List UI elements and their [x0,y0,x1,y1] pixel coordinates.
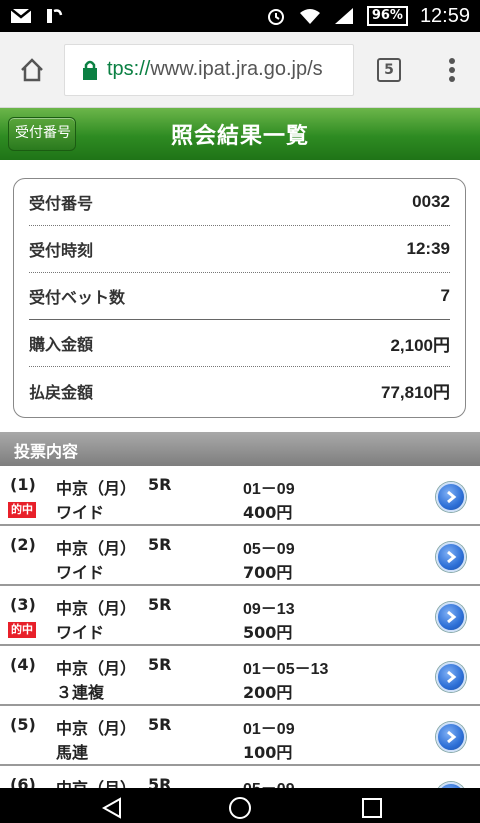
notification-icon [47,9,63,23]
hit-badge: 的中 [8,502,36,518]
home-icon [21,57,43,81]
summary-row-receipt-time: 受付時刻 12:39 [29,226,450,273]
chevron-right-icon[interactable] [436,662,466,692]
chevron-right-icon[interactable] [436,542,466,572]
gmail-icon [10,8,32,23]
summary-row-bet-count: 受付ベット数 7 [29,273,450,320]
list-item[interactable]: (5) 中京（月） 5R 馬連 01－09 100円 [0,706,480,766]
battery-indicator: 96% [366,6,408,26]
home-circle-icon[interactable] [228,796,252,820]
more-vert-icon [449,57,455,82]
summary-row-payout-amount: 払戻金額 77,810円 [29,382,450,403]
chevron-right-icon[interactable] [436,722,466,752]
url-bar[interactable]: tps://www.ipat.jra.go.jp/s [64,43,354,96]
list-item[interactable]: (4) 中京（月） 5R ３連複 01－05－13 200円 [0,646,480,706]
tab-count: 5 [377,57,401,82]
chevron-right-icon[interactable] [436,602,466,632]
page-title: 照会結果一覧 [170,124,309,149]
url-scheme: tps:// [107,58,151,80]
alarm-icon [267,9,284,25]
browser-toolbar: tps://www.ipat.jra.go.jp/s 5 [0,32,480,108]
tabs-button[interactable]: 5 [354,57,424,82]
bet-list: (1) 中京（月） 5R 的中 ワイド 01－09 400円 (2) 中京（月）… [0,466,480,823]
summary-row-purchase-amount: 購入金額 2,100円 [29,320,450,367]
page-header: 受付番号 照会結果一覧 [0,108,480,160]
wifi-icon [299,9,320,24]
section-heading: 投票内容 [0,432,480,466]
summary-box: 受付番号 0032 受付時刻 12:39 受付ベット数 7 購入金額 2,100… [13,178,466,418]
signal-icon [334,8,353,24]
recents-square-icon[interactable] [360,796,384,820]
back-button[interactable]: 受付番号 [8,117,76,151]
hit-badge: 的中 [8,622,36,638]
lock-icon [83,60,97,80]
home-button[interactable] [0,32,64,108]
overflow-menu-button[interactable] [424,57,480,83]
url-host: www.ipat.jra.go.jp/s [150,58,323,80]
back-triangle-icon[interactable] [100,796,124,820]
list-item[interactable]: (1) 中京（月） 5R 的中 ワイド 01－09 400円 [0,466,480,526]
system-nav-bar [0,788,480,823]
chevron-right-icon[interactable] [436,482,466,512]
status-time: 12:59 [419,4,470,27]
status-bar: 96% 12:59 [0,0,480,32]
list-item[interactable]: (2) 中京（月） 5R ワイド 05－09 700円 [0,526,480,586]
summary-row-receipt-number: 受付番号 0032 [29,179,450,226]
list-item[interactable]: (3) 中京（月） 5R 的中 ワイド 09－13 500円 [0,586,480,646]
